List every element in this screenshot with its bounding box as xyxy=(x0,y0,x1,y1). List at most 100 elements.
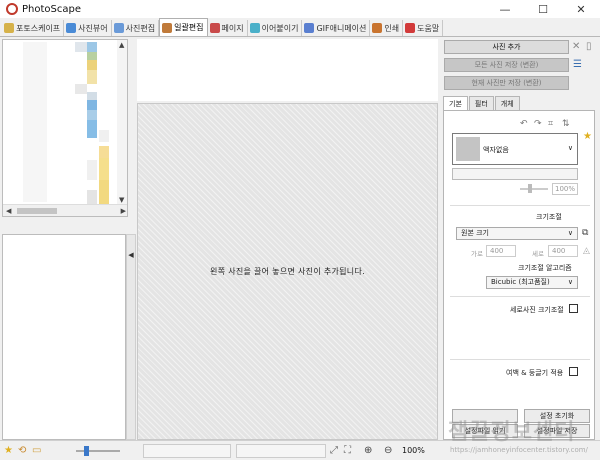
undo-icon[interactable]: ↶ xyxy=(520,119,528,129)
tab-icon xyxy=(113,23,124,33)
watermark: 잼꿀정보센터 xyxy=(448,420,576,445)
scroll-right-icon[interactable]: ▶ xyxy=(121,207,126,215)
zoom-level: 100% xyxy=(402,446,425,455)
tab-icon xyxy=(304,23,315,33)
tab-object[interactable]: 개체 xyxy=(494,96,520,110)
minimize-button[interactable]: — xyxy=(486,0,524,18)
resize-select-value: 원본 크기 xyxy=(461,229,489,237)
resize-select[interactable]: 원본 크기 ∨ xyxy=(456,227,578,240)
tab-3[interactable]: 일괄편집 xyxy=(159,18,208,36)
tab-label: 일괄편집 xyxy=(174,23,204,32)
tab-icon xyxy=(66,23,77,33)
redo-icon[interactable]: ↷ xyxy=(534,119,542,129)
title-bar: PhotoScape — ☐ ✕ xyxy=(0,0,600,18)
divider xyxy=(450,296,590,297)
width-input[interactable]: 400 xyxy=(486,245,516,257)
favorite-star-icon[interactable]: ★ xyxy=(583,131,592,142)
tree-vertical-scrollbar[interactable]: ▲ ▼ xyxy=(117,40,127,205)
tab-label: 도움말 xyxy=(417,23,440,33)
delete-icon[interactable]: ✕ xyxy=(572,41,580,52)
resize-options-icon[interactable]: ⧉ xyxy=(582,228,588,238)
tab-icon xyxy=(372,23,383,33)
margin-fill-label: 여백 & 둥글기 적용 xyxy=(506,369,564,377)
settings-panel: ↶ ↷ ⌗ ⇅ 액자없음 ∨ 100% 크기조절 원본 크기 ∨ ⧉ 가로 40… xyxy=(443,110,595,440)
main-tab-bar: 포토스케이프 사진뷰어 사진편집 일괄편집 페이지 이어붙이기 GIF애니메이션 인쇄 도움말 xyxy=(0,18,600,37)
tab-label: 페이지 xyxy=(221,23,244,33)
tab-8[interactable]: 도움말 xyxy=(403,20,444,36)
tab-7[interactable]: 인쇄 xyxy=(370,20,404,36)
collapse-panel-icon[interactable]: ◀ xyxy=(127,240,135,270)
tab-icon xyxy=(209,23,220,33)
tree-horizontal-scrollbar[interactable]: ◀ ▶ xyxy=(3,204,127,216)
save-current-button[interactable]: 현재 사진만 저장 (변환) xyxy=(444,76,569,90)
frame-select[interactable]: 액자없음 ∨ xyxy=(452,133,578,165)
frame-option-bar xyxy=(452,168,578,180)
resize-label: 크기조절 xyxy=(536,213,562,221)
folder-icon[interactable]: ▭ xyxy=(32,445,41,456)
thumbnail-size-slider-thumb[interactable] xyxy=(84,446,89,456)
tab-label: 인쇄 xyxy=(384,23,400,33)
zoom-out-icon[interactable]: ⊖ xyxy=(384,445,392,456)
tab-filter[interactable]: 필터 xyxy=(468,96,494,110)
tab-icon xyxy=(249,23,260,33)
add-photo-button[interactable]: 사진 추가 xyxy=(444,40,569,54)
tab-0[interactable]: 포토스케이프 xyxy=(2,20,65,36)
tab-icon xyxy=(4,23,14,33)
star-icon[interactable]: ★ xyxy=(4,445,13,456)
scroll-left-icon[interactable]: ◀ xyxy=(6,207,11,215)
portrait-resize-label: 세로사진 크기조절 xyxy=(510,306,564,314)
tab-label: 포토스케이프 xyxy=(16,23,61,33)
photo-drop-area[interactable]: 왼쪽 사진을 끌어 놓으면 사진이 추가됩니다. xyxy=(137,103,438,440)
aspect-lock-icon[interactable]: ◬ xyxy=(583,246,590,256)
save-all-button[interactable]: 모든 사진 저장 (변환) xyxy=(444,58,569,72)
photo-strip[interactable] xyxy=(137,39,438,101)
height-label: 세로 xyxy=(532,250,544,258)
frame-percent-field[interactable]: 100% xyxy=(552,183,578,195)
zoom-in-icon[interactable]: ⊕ xyxy=(364,445,372,456)
drop-hint-text: 왼쪽 사진을 끌어 놓으면 사진이 추가됩니다. xyxy=(210,267,365,276)
clear-list-icon[interactable]: ▯ xyxy=(586,41,592,52)
frame-preview xyxy=(456,137,480,161)
status-field-right xyxy=(236,444,326,458)
settings-tabs: 기본 필터 개체 xyxy=(443,96,521,110)
fit-screen-icon[interactable]: ⤢ xyxy=(330,445,338,456)
tab-4[interactable]: 페이지 xyxy=(208,20,248,36)
chevron-down-icon: ∨ xyxy=(567,144,573,152)
tab-5[interactable]: 이어붙이기 xyxy=(248,20,303,36)
height-input[interactable]: 400 xyxy=(548,245,578,257)
tab-label: 이어붙이기 xyxy=(261,23,299,33)
divider xyxy=(450,359,590,360)
list-view-icon[interactable]: ☰ xyxy=(573,59,582,70)
fullscreen-icon[interactable]: ⛶ xyxy=(344,445,351,456)
watermark-url: https://jamhoneyinfocenter.tistory.com/ xyxy=(450,446,588,454)
frame-size-slider-thumb[interactable] xyxy=(528,184,532,193)
horizontal-scroll-thumb[interactable] xyxy=(17,208,57,214)
width-label: 가로 xyxy=(471,250,483,258)
crop-icon[interactable]: ⌗ xyxy=(548,119,553,129)
algorithm-select[interactable]: Bicubic (최고품질) ∨ xyxy=(486,276,578,289)
frame-select-value: 액자없음 xyxy=(483,146,509,154)
thumbnail-size-slider[interactable] xyxy=(76,450,120,452)
tab-6[interactable]: GIF애니메이션 xyxy=(302,20,371,36)
scroll-down-icon[interactable]: ▼ xyxy=(119,196,124,204)
folder-sync-icon[interactable]: ⟲ xyxy=(18,445,26,456)
tab-label: 사진편집 xyxy=(125,23,156,33)
thumbnail-list[interactable] xyxy=(2,234,126,440)
window-title: PhotoScape xyxy=(22,3,81,15)
tab-basic[interactable]: 기본 xyxy=(443,96,468,110)
scroll-up-icon[interactable]: ▲ xyxy=(119,41,124,49)
margin-fill-checkbox[interactable] xyxy=(569,367,578,376)
maximize-button[interactable]: ☐ xyxy=(524,0,562,18)
tab-icon xyxy=(162,22,173,33)
tab-1[interactable]: 사진뷰어 xyxy=(64,20,112,36)
folder-tree[interactable]: ▲ ▼ ◀ ▶ xyxy=(2,39,128,217)
chevron-down-icon: ∨ xyxy=(567,229,573,237)
frame-size-slider[interactable] xyxy=(520,188,548,190)
sort-icon[interactable]: ⇅ xyxy=(562,119,570,129)
tab-icon xyxy=(405,23,416,33)
divider xyxy=(450,205,590,206)
close-button[interactable]: ✕ xyxy=(562,0,600,18)
tab-2[interactable]: 사진편집 xyxy=(112,20,160,36)
tab-label: GIF애니메이션 xyxy=(316,23,367,33)
portrait-resize-checkbox[interactable] xyxy=(569,304,578,313)
